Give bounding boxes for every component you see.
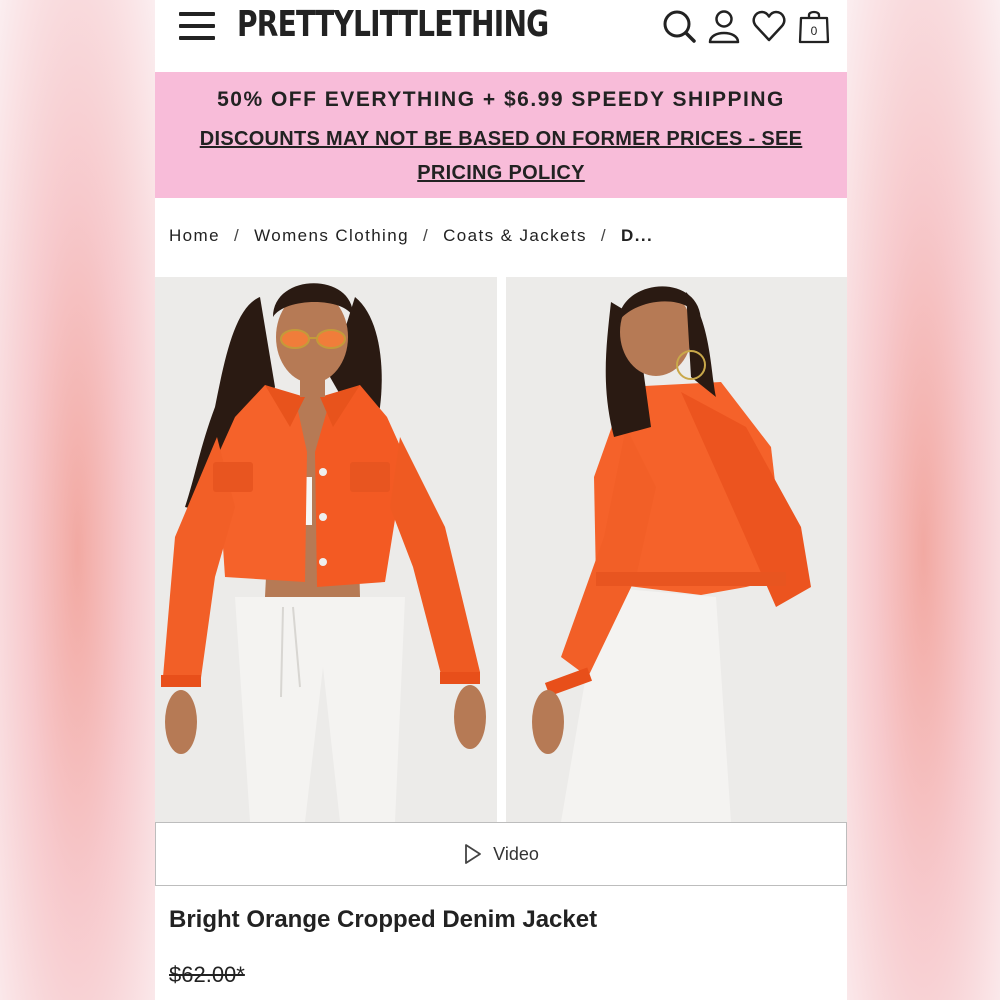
product-price: $62.00*	[169, 962, 245, 987]
product-image-front[interactable]	[155, 277, 497, 822]
video-button[interactable]: Video	[155, 822, 847, 886]
breadcrumb: Home / Womens Clothing / Coats & Jackets / D..…	[169, 226, 653, 246]
heart-icon[interactable]	[751, 8, 787, 44]
promo-headline: 50% OFF EVERYTHING + $6.99 SPEEDY SHIPPI…	[217, 88, 785, 111]
product-image-back[interactable]	[506, 277, 847, 822]
bag-count: 0	[811, 24, 818, 38]
breadcrumb-separator: /	[422, 226, 430, 245]
left-background	[0, 0, 155, 1000]
pricing-policy-link[interactable]: DISCOUNTS MAY NOT BE BASED ON FORMER PRI…	[195, 122, 807, 190]
play-icon	[465, 844, 482, 864]
video-label: Video	[493, 843, 539, 864]
breadcrumb-home[interactable]: Home	[169, 226, 220, 245]
phone-screen: PRETTYLITTLETHING 0 50% OFF EVERYTHING +…	[155, 0, 847, 1000]
site-logo[interactable]: PRETTYLITTLETHING	[237, 4, 549, 45]
back-view-illustration	[506, 277, 847, 822]
product-title: Bright Orange Cropped Denim Jacket	[169, 906, 598, 933]
right-background	[847, 0, 1000, 1000]
site-header: PRETTYLITTLETHING 0	[155, 0, 847, 72]
promo-banner: 50% OFF EVERYTHING + $6.99 SPEEDY SHIPPI…	[155, 72, 847, 198]
breadcrumb-coats-jackets[interactable]: Coats & Jackets	[443, 226, 587, 245]
breadcrumb-current: D...	[621, 226, 654, 245]
menu-icon[interactable]	[179, 12, 217, 42]
front-view-illustration	[155, 277, 497, 822]
account-icon[interactable]	[706, 8, 742, 44]
search-icon[interactable]	[661, 8, 697, 44]
breadcrumb-separator: /	[233, 226, 241, 245]
breadcrumb-separator: /	[600, 226, 608, 245]
bag-icon[interactable]: 0	[796, 8, 832, 44]
breadcrumb-womens-clothing[interactable]: Womens Clothing	[254, 226, 409, 245]
